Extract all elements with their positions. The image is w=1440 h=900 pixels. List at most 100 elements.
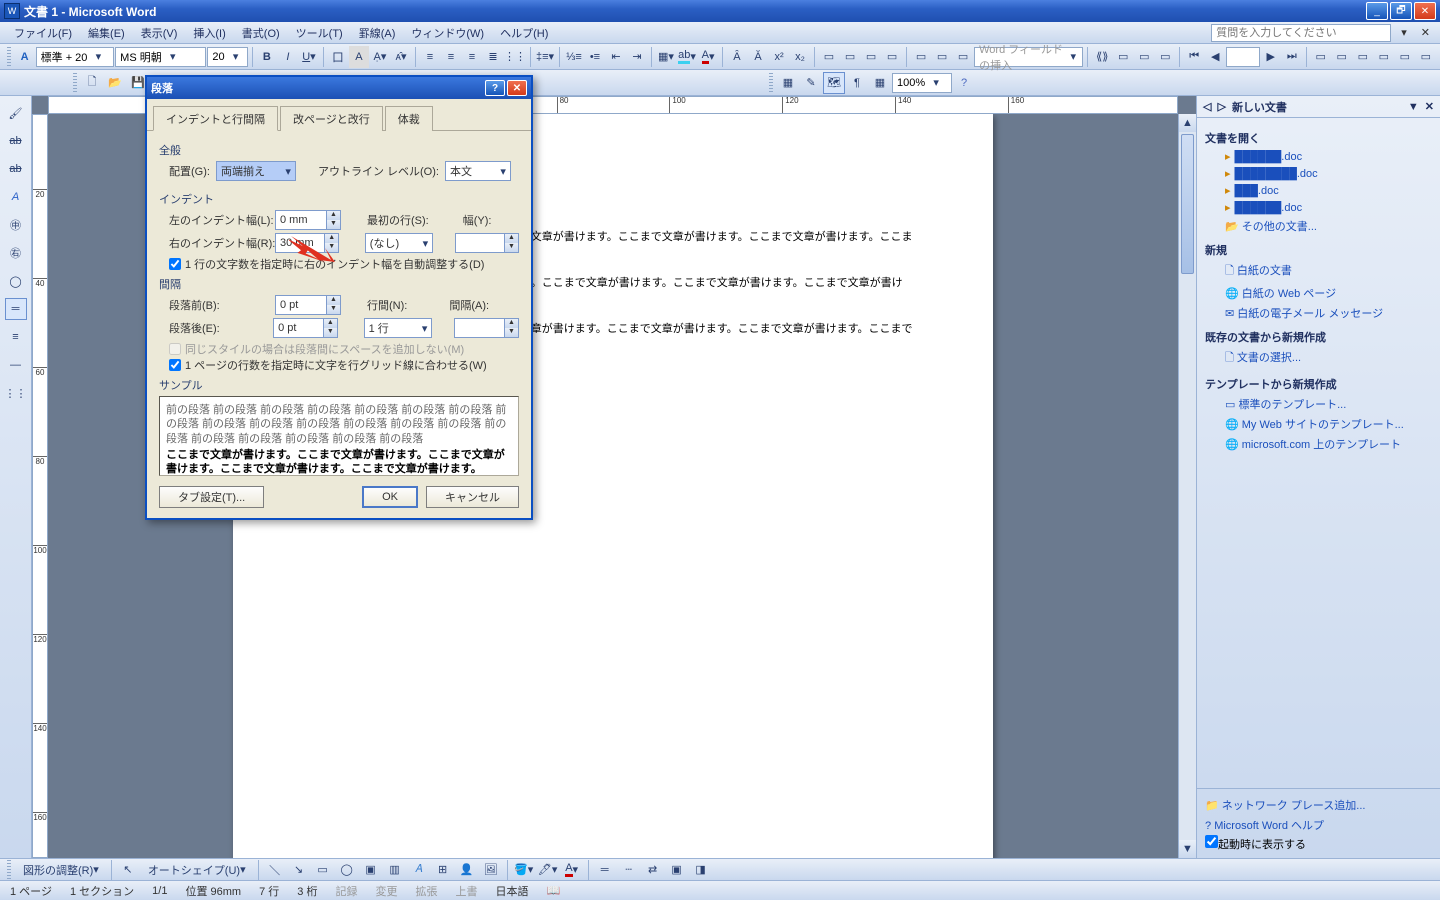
prev-record-icon[interactable]: ◀: [1205, 46, 1225, 68]
subscript-button[interactable]: x₂: [790, 46, 810, 68]
shadow-icon[interactable]: ▣: [666, 859, 688, 881]
dialog-titlebar[interactable]: 段落 ? ✕: [147, 77, 531, 99]
3d-icon[interactable]: ◨: [690, 859, 712, 881]
auto-indent-checkbox[interactable]: 1 行の文字数を指定時に右のインデント幅を自動調整する(D): [159, 256, 519, 272]
record-number[interactable]: [1226, 47, 1259, 67]
view-merged-icon[interactable]: ⟪⟫: [1092, 46, 1112, 68]
align-right-button[interactable]: ≡: [462, 46, 482, 68]
phonetic-button[interactable]: ᴀ̂▾: [391, 46, 411, 68]
insert-greeting-icon[interactable]: ▭: [932, 46, 952, 68]
line-spacing-button[interactable]: ‡≡▾: [535, 46, 555, 68]
menu-tools[interactable]: ツール(T): [288, 23, 351, 43]
more-documents-link[interactable]: 📂 その他の文書...: [1205, 216, 1432, 236]
scroll-thumb[interactable]: [1181, 134, 1194, 274]
after-spin[interactable]: 0 pt▲▼: [273, 318, 338, 338]
minimize-button[interactable]: _: [1366, 2, 1388, 20]
font-color-icon[interactable]: A▾: [561, 859, 583, 881]
new-button[interactable]: 🗋: [81, 72, 103, 94]
status-lang[interactable]: 日本語: [495, 883, 528, 899]
line-spacing-select[interactable]: 1 行▾: [364, 318, 433, 338]
ok-button[interactable]: OK: [362, 486, 418, 508]
ruby-icon[interactable]: ㊥: [5, 214, 27, 236]
superscript-button[interactable]: x²: [769, 46, 789, 68]
recent-doc-link[interactable]: ██████.doc: [1205, 199, 1432, 216]
first-line-select[interactable]: (なし)▾: [365, 233, 433, 253]
recent-doc-link[interactable]: ██████.doc: [1205, 148, 1432, 165]
hline-icon[interactable]: ―: [5, 354, 27, 376]
status-ext[interactable]: 拡張: [415, 883, 437, 899]
recent-doc-link[interactable]: ████████.doc: [1205, 165, 1432, 182]
underline-button[interactable]: U▾: [299, 46, 319, 68]
align-center-button[interactable]: ≡: [441, 46, 461, 68]
dec-indent-button[interactable]: ⇤: [606, 46, 626, 68]
picture-icon[interactable]: 🖼: [480, 859, 502, 881]
line-style-icon[interactable]: ═: [594, 859, 616, 881]
status-rec[interactable]: 記録: [335, 883, 357, 899]
vertical-scrollbar[interactable]: ▲ ▼: [1178, 114, 1196, 858]
close-button[interactable]: ✕: [1414, 2, 1436, 20]
toolbar-grip[interactable]: [7, 860, 11, 880]
taskpane-fwd-icon[interactable]: ▷: [1217, 100, 1225, 113]
taskpane-close-icon[interactable]: ✕: [1425, 100, 1434, 113]
font-color-button[interactable]: A▾: [698, 46, 718, 68]
first-record-icon[interactable]: ⏮: [1184, 46, 1204, 68]
last-record-icon[interactable]: ⏭: [1282, 46, 1302, 68]
font-combo[interactable]: MS 明朝▾: [115, 47, 206, 67]
highlight-merge-icon[interactable]: ▭: [1113, 46, 1133, 68]
grid-align-checkbox[interactable]: 1 ページの行数を指定時に文字を行グリッド線に合わせる(W): [159, 357, 519, 373]
show-hide-button[interactable]: ¶: [846, 72, 868, 94]
find-entry-icon[interactable]: ▭: [1311, 46, 1331, 68]
help-question-input[interactable]: [1211, 24, 1391, 42]
strike-icon[interactable]: ab: [5, 130, 27, 152]
outline-select[interactable]: 本文▾: [445, 161, 511, 181]
add-network-place-link[interactable]: 📁 ネットワーク プレース追加...: [1205, 795, 1432, 815]
gridlines-button[interactable]: ▦: [869, 72, 891, 94]
ms-templates-link[interactable]: 🌐 microsoft.com 上のテンプレート: [1205, 434, 1432, 454]
font-size-combo[interactable]: 20▾: [207, 47, 248, 67]
menu-file[interactable]: ファイル(F): [6, 23, 80, 43]
draw-menu[interactable]: 図形の調整(R) ▾: [16, 859, 106, 881]
tab-page-breaks[interactable]: 改ページと改行: [280, 106, 383, 131]
numbering-button[interactable]: ⅓≡: [564, 46, 584, 68]
web-templates-link[interactable]: 🌐 My Web サイトのテンプレート...: [1205, 414, 1432, 434]
dash-style-icon[interactable]: ┄: [618, 859, 640, 881]
arrow-icon[interactable]: ↘: [288, 859, 310, 881]
line-icon[interactable]: ＼: [264, 859, 286, 881]
enclose-icon[interactable]: ◯: [5, 270, 27, 292]
merge-print-icon[interactable]: ▭: [1374, 46, 1394, 68]
shrink-font-button[interactable]: Ă: [748, 46, 768, 68]
menu-dropdown-icon[interactable]: ▾: [1397, 26, 1411, 39]
check-errors-icon[interactable]: ▭: [1332, 46, 1352, 68]
menu-window[interactable]: ウィンドウ(W): [403, 23, 492, 43]
tab-indent-spacing[interactable]: インデントと行間隔: [153, 106, 278, 131]
columns-button[interactable]: ▦: [777, 72, 799, 94]
menu-view[interactable]: 表示(V): [133, 23, 186, 43]
menu-table[interactable]: 罫線(A): [351, 23, 404, 43]
text-border-button[interactable]: 囗: [328, 46, 348, 68]
format-painter-icon[interactable]: 🖌: [5, 102, 27, 124]
cancel-button[interactable]: キャンセル: [426, 486, 519, 508]
menu-edit[interactable]: 編集(E): [80, 23, 133, 43]
toolbar-grip[interactable]: [769, 73, 773, 93]
left-indent-spin[interactable]: 0 mm▲▼: [275, 210, 341, 230]
status-spell-icon[interactable]: 📖: [546, 884, 560, 897]
zoom-combo[interactable]: 100%▾: [892, 73, 952, 93]
triple-icon[interactable]: ≡: [5, 326, 27, 348]
insert-merge-field-icon[interactable]: ▭: [953, 46, 973, 68]
vertical-ruler[interactable]: 20 40 60 80 100 120 140 160: [32, 114, 48, 858]
char-shading-button[interactable]: A: [349, 46, 369, 68]
scroll-down-icon[interactable]: ▼: [1179, 840, 1196, 858]
rectangle-icon[interactable]: ▭: [312, 859, 334, 881]
highlight-button[interactable]: ab▾: [677, 46, 697, 68]
italic-a-icon[interactable]: A: [5, 186, 27, 208]
alignment-select[interactable]: 両端揃え▾: [216, 161, 296, 181]
before-spin[interactable]: 0 pt▲▼: [275, 295, 341, 315]
textbox-icon[interactable]: ▣: [360, 859, 382, 881]
char-scale-button[interactable]: Ạ▾: [370, 46, 390, 68]
open-button[interactable]: 📂: [104, 72, 126, 94]
next-record-icon[interactable]: ▶: [1261, 46, 1281, 68]
menu-insert[interactable]: 挿入(I): [185, 23, 233, 43]
merge-email-icon[interactable]: ▭: [1395, 46, 1415, 68]
tab-asian-typography[interactable]: 体裁: [385, 106, 433, 131]
merge-letters-icon[interactable]: ▭: [840, 46, 860, 68]
